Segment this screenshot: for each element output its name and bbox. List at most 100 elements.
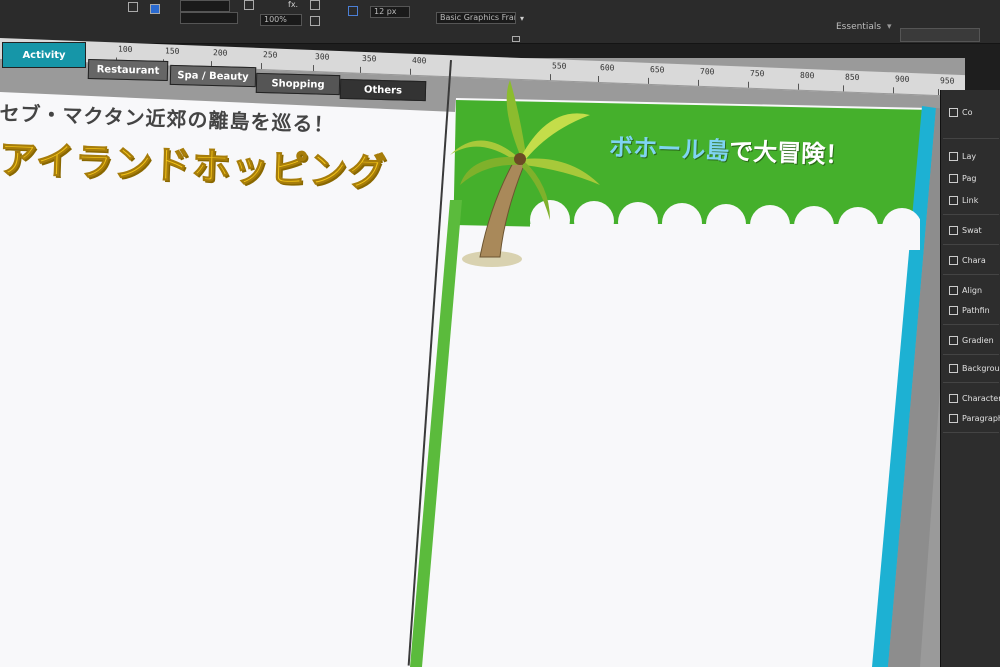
- fx-icon[interactable]: fx.: [288, 0, 298, 9]
- cc-libraries-icon: [949, 108, 958, 117]
- control-bar: 100% fx. 12 px Basic Graphics Frame ▾ Es…: [0, 0, 1000, 44]
- frame-icon[interactable]: [348, 6, 358, 16]
- background-icon: [949, 364, 958, 373]
- panel-label: Paragraph: [962, 414, 1000, 423]
- ruler-tick: [648, 77, 649, 84]
- zoom-field[interactable]: 100%: [260, 14, 302, 26]
- ruler-label: 600: [600, 63, 615, 73]
- ruler-label: 800: [800, 70, 815, 81]
- tab-shopping[interactable]: Shopping: [255, 72, 341, 96]
- ruler-tick: [261, 63, 262, 70]
- ruler-label: 750: [750, 68, 765, 79]
- tab-label: Others: [363, 84, 403, 97]
- panel-dock: Co Lay Pag Link Swat Chara Align Pathfin…: [940, 90, 1000, 667]
- panel-label: Lay: [962, 152, 977, 161]
- pathfinder-icon: [949, 306, 958, 315]
- ruler-tick: [360, 66, 361, 73]
- ruler-label: 700: [700, 66, 715, 77]
- panel-divider: [943, 214, 999, 215]
- panel-divider: [943, 324, 999, 325]
- panel-item-cc[interactable]: Co: [949, 108, 972, 124]
- workspace-label: Essentials: [836, 22, 882, 32]
- panel-item-gradient[interactable]: Gradien: [949, 336, 994, 352]
- tab-others[interactable]: Others: [339, 78, 427, 102]
- panel-item-align[interactable]: Align: [949, 286, 982, 302]
- panel-item-character[interactable]: Character: [949, 394, 1000, 410]
- workspace-switcher[interactable]: Essentials ▾: [836, 22, 892, 32]
- panel-item-links[interactable]: Link: [949, 196, 978, 212]
- chevron-down-icon: ▾: [887, 22, 892, 32]
- ruler-label: 900: [895, 74, 910, 84]
- ruler-label: 650: [650, 64, 665, 75]
- ruler-label: 150: [165, 46, 180, 56]
- tab-restaurant[interactable]: Restaurant: [87, 58, 169, 82]
- ruler-label: 950: [940, 76, 955, 86]
- panel-item-background[interactable]: Backgrou: [949, 364, 1000, 380]
- character-icon: [949, 394, 958, 403]
- tab-label: Spa / Beauty: [177, 70, 249, 83]
- panel-divider: [943, 382, 999, 383]
- panel-divider: [943, 244, 999, 245]
- panel-label: Link: [962, 196, 979, 205]
- ruler-tick: [843, 85, 844, 92]
- ruler-label: 300: [315, 52, 330, 62]
- panel-label: Character: [962, 394, 1000, 403]
- search-input[interactable]: [900, 28, 980, 42]
- weight-field[interactable]: [180, 0, 230, 12]
- panel-item-pages[interactable]: Pag: [949, 174, 976, 190]
- panel-item-layers[interactable]: Lay: [949, 152, 976, 168]
- panel-item-swatches[interactable]: Swat: [949, 226, 982, 242]
- settings-icon[interactable]: [512, 36, 520, 42]
- tab-label: Activity: [22, 50, 66, 61]
- ruler-label: 350: [362, 53, 377, 64]
- object-style-field[interactable]: Basic Graphics Frame: [436, 12, 516, 24]
- panel-item-pathfinder[interactable]: Pathfin: [949, 306, 990, 322]
- ruler-label: 250: [263, 50, 278, 60]
- stroke-type-field[interactable]: [180, 12, 238, 24]
- tab-spa-beauty[interactable]: Spa / Beauty: [169, 64, 257, 88]
- panel-label: Chara: [962, 256, 986, 265]
- tab-label: Shopping: [271, 78, 325, 91]
- ruler-tick: [893, 87, 894, 94]
- panel-label: Swat: [962, 226, 982, 235]
- layers-icon: [949, 152, 958, 161]
- fill-swatch-icon[interactable]: [150, 4, 160, 14]
- panel-label: Backgrou: [962, 364, 1000, 373]
- panel-label: Align: [962, 286, 983, 295]
- align-icon[interactable]: [310, 0, 320, 10]
- ruler-label: 200: [213, 48, 228, 58]
- stroke-icon[interactable]: [128, 2, 138, 12]
- ruler-tick: [313, 65, 314, 72]
- stroke-weight-field[interactable]: 12 px: [370, 6, 410, 18]
- ruler-tick: [410, 68, 411, 75]
- palm-tree-illustration: [450, 80, 600, 267]
- panel-item-character-styles[interactable]: Chara: [949, 256, 986, 272]
- opacity-icon[interactable]: [244, 0, 254, 10]
- swatches-icon: [949, 226, 958, 235]
- panel-item-paragraph[interactable]: Paragraph: [949, 414, 1000, 430]
- panel-divider: [943, 274, 999, 275]
- pages-icon: [949, 174, 958, 183]
- panel-divider: [943, 354, 999, 355]
- ruler-tick: [798, 83, 799, 90]
- link-icon: [949, 196, 958, 205]
- ruler-tick: [698, 79, 699, 86]
- ruler-label: 550: [552, 61, 567, 71]
- align-icon: [949, 286, 958, 295]
- paragraph-icon: [949, 414, 958, 423]
- tab-activity[interactable]: Activity: [2, 42, 86, 68]
- tab-label: Restaurant: [96, 64, 160, 77]
- panel-label: Co: [962, 108, 973, 117]
- chevron-down-icon[interactable]: ▾: [520, 14, 524, 23]
- panel-divider: [943, 432, 999, 433]
- character-styles-icon: [949, 256, 958, 265]
- ruler-tick: [748, 81, 749, 88]
- wrap-icon[interactable]: [310, 16, 320, 26]
- ruler-label: 850: [845, 72, 860, 83]
- ruler-label: 100: [118, 44, 133, 55]
- gradient-icon: [949, 336, 958, 345]
- ruler-label: 400: [412, 55, 427, 66]
- panel-label: Pag: [962, 174, 977, 183]
- ruler-tick: [938, 89, 939, 96]
- banner-title-rest: で大冒険！: [728, 137, 850, 170]
